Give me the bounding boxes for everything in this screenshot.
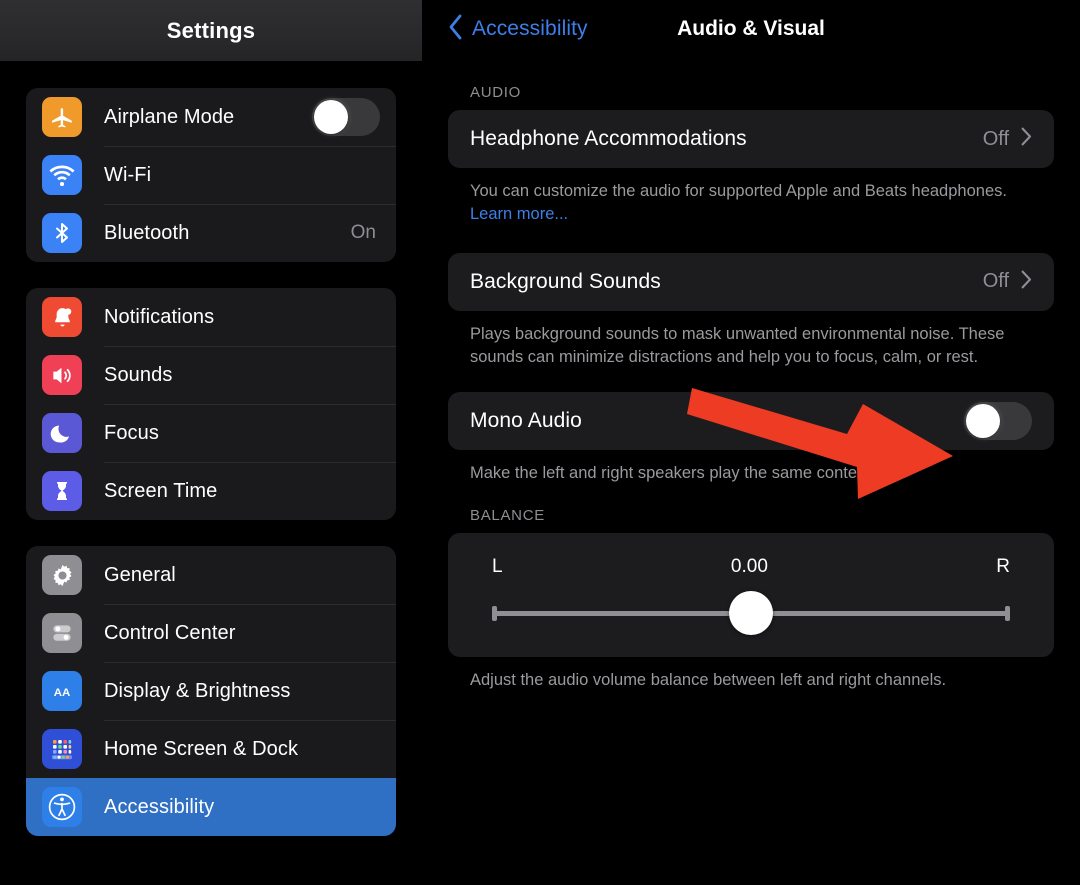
chevron-right-icon — [1021, 270, 1032, 294]
learn-more-link[interactable]: Learn more... — [470, 205, 568, 223]
back-button[interactable]: Accessibility — [448, 14, 588, 45]
sidebar-item-display-brightness[interactable]: AA Display & Brightness — [26, 662, 396, 720]
display-brightness-icon: AA — [42, 671, 82, 711]
airplane-icon — [42, 97, 82, 137]
bluetooth-icon — [42, 213, 82, 253]
balance-right-label: R — [996, 556, 1010, 578]
detail-header: Accessibility Audio & Visual — [422, 0, 1080, 58]
sidebar-item-bluetooth[interactable]: Bluetooth On — [26, 204, 396, 262]
sidebar-item-label: Focus — [104, 421, 159, 444]
sidebar-item-label: Accessibility — [104, 795, 215, 818]
footnote-balance: Adjust the audio volume balance between … — [470, 671, 947, 690]
sidebar-item-label: Airplane Mode — [104, 105, 235, 128]
sidebar-item-label: Notifications — [104, 305, 215, 328]
row-background-sounds[interactable]: Background Sounds Off — [448, 253, 1054, 311]
gear-icon — [42, 555, 82, 595]
footnote-text: You can customize the audio for supporte… — [470, 182, 1007, 200]
settings-sidebar: Settings Airplane Mode Wi-Fi Bluetooth O… — [0, 0, 422, 885]
footnote-headphone-accommodations: You can customize the audio for supporte… — [448, 168, 1048, 227]
sidebar-item-screen-time[interactable]: Screen Time — [26, 462, 396, 520]
row-label: Mono Audio — [470, 408, 582, 432]
balance-labels: L 0.00 R — [492, 549, 1010, 585]
card-background-sounds: Background Sounds Off — [448, 252, 1054, 311]
sidebar-item-general[interactable]: General — [26, 546, 396, 604]
toggle-knob — [314, 100, 348, 134]
slider-knob[interactable] — [729, 591, 773, 636]
row-value: Off — [982, 127, 1009, 150]
sidebar-title: Settings — [166, 17, 256, 43]
detail-pane: Accessibility Audio & Visual AUDIO Headp… — [422, 0, 1080, 885]
ipad-settings-screen: Settings Airplane Mode Wi-Fi Bluetooth O… — [0, 0, 1080, 885]
sidebar-item-label: Home Screen & Dock — [104, 737, 299, 760]
row-mono-audio[interactable]: Mono Audio — [448, 392, 1054, 450]
sidebar-item-label: Bluetooth — [104, 221, 190, 244]
wifi-icon — [42, 155, 82, 195]
sidebar-item-label: Control Center — [104, 621, 236, 644]
accessibility-icon — [42, 787, 82, 827]
toggle-knob — [966, 403, 1000, 438]
card-headphone-accommodations: Headphone Accommodations Off — [448, 110, 1054, 168]
sidebar-item-wifi[interactable]: Wi-Fi — [26, 146, 396, 204]
card-balance: L 0.00 R — [448, 533, 1054, 658]
back-button-label: Accessibility — [472, 17, 588, 40]
slider-cap-left — [492, 606, 497, 622]
sidebar-item-focus[interactable]: Focus — [26, 404, 396, 462]
sidebar-item-label: Display & Brightness — [104, 679, 291, 702]
sidebar-header: Settings — [0, 0, 422, 62]
sidebar-item-control-center[interactable]: Control Center — [26, 604, 396, 662]
chevron-left-icon — [448, 14, 463, 45]
sidebar-item-label: Screen Time — [104, 479, 218, 502]
home-screen-icon — [42, 729, 82, 769]
hourglass-icon — [42, 471, 82, 511]
control-center-icon — [42, 613, 82, 653]
speaker-icon — [42, 355, 82, 395]
detail-body: AUDIO Headphone Accommodations Off You c… — [422, 58, 1080, 693]
sidebar-item-home-screen-dock[interactable]: Home Screen & Dock — [26, 720, 396, 778]
balance-value: 0.00 — [730, 556, 768, 578]
sidebar-item-notifications[interactable]: Notifications — [26, 288, 396, 346]
balance-left-label: L — [492, 556, 503, 578]
moon-icon — [42, 413, 82, 453]
slider-cap-right — [1005, 606, 1010, 622]
mono-audio-toggle[interactable] — [964, 401, 1032, 440]
row-value: Off — [982, 270, 1009, 293]
sidebar-item-label: General — [104, 563, 176, 586]
card-mono-audio: Mono Audio — [448, 391, 1054, 450]
sidebar-item-label: Sounds — [104, 363, 173, 386]
airplane-mode-toggle[interactable] — [312, 98, 380, 136]
footnote-mono-audio: Make the left and right speakers play th… — [470, 463, 876, 482]
sidebar-item-accessibility[interactable]: Accessibility — [26, 778, 396, 836]
row-label: Headphone Accommodations — [470, 127, 747, 150]
section-header-audio: AUDIO — [470, 84, 522, 101]
row-headphone-accommodations[interactable]: Headphone Accommodations Off — [448, 110, 1054, 168]
bell-icon — [42, 297, 82, 337]
sidebar-item-value: On — [350, 222, 376, 243]
sidebar-group-connectivity: Airplane Mode Wi-Fi Bluetooth On — [26, 88, 396, 262]
section-header-balance: BALANCE — [470, 507, 545, 525]
sidebar-item-label: Wi-Fi — [104, 163, 152, 186]
balance-slider[interactable] — [492, 591, 1010, 636]
sidebar-item-airplane-mode[interactable]: Airplane Mode — [26, 88, 396, 146]
sidebar-group-alerts: Notifications Sounds Focus Screen Time — [26, 288, 396, 520]
row-label: Background Sounds — [470, 269, 661, 293]
footnote-background-sounds: Plays background sounds to mask unwanted… — [470, 324, 1005, 367]
svg-text:AA: AA — [54, 687, 71, 699]
chevron-right-icon — [1021, 127, 1032, 151]
sidebar-item-sounds[interactable]: Sounds — [26, 346, 396, 404]
sidebar-group-system: General Control Center AA Display & Brig… — [26, 546, 396, 836]
